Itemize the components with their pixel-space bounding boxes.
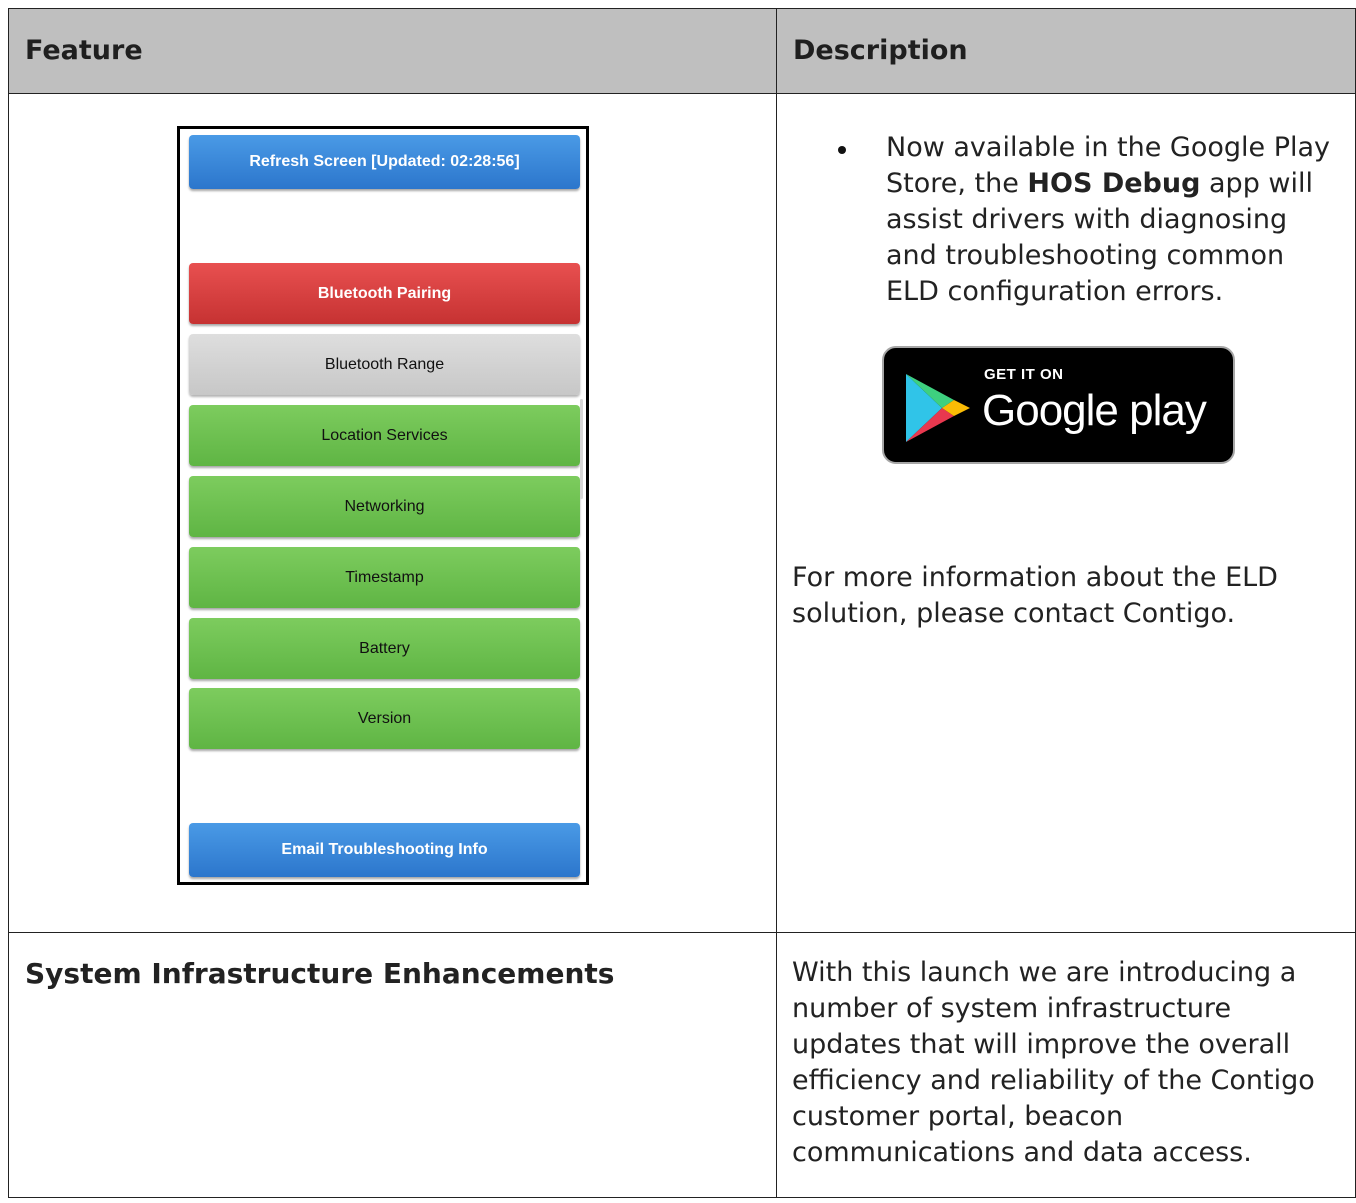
debug-app-screenshot: Refresh Screen [Updated: 02:28:56] Bluet…: [177, 126, 589, 885]
email-troubleshooting-button[interactable]: Email Troubleshooting Info: [189, 823, 580, 877]
networking-button[interactable]: Networking: [189, 476, 580, 537]
google-play-logo-icon: [906, 374, 970, 442]
version-button[interactable]: Version: [189, 688, 580, 749]
header-description: Description: [776, 8, 1356, 94]
scrollbar[interactable]: [580, 399, 583, 499]
bluetooth-range-button[interactable]: Bluetooth Range: [189, 334, 580, 395]
location-services-button[interactable]: Location Services: [189, 405, 580, 466]
badge-brand: Google play: [982, 386, 1207, 435]
bluetooth-pairing-button[interactable]: Bluetooth Pairing: [189, 263, 580, 324]
google-play-badge[interactable]: GET IT ON Google play: [882, 346, 1235, 464]
bullet-text: Now available in the Google Play Store, …: [886, 132, 1331, 307]
feature-description: With this launch we are introducing a nu…: [792, 957, 1315, 1168]
refresh-screen-button[interactable]: Refresh Screen [Updated: 02:28:56]: [189, 135, 580, 189]
badge-get-it-on: GET IT ON: [984, 366, 1064, 383]
header-feature: Feature: [8, 8, 777, 94]
timestamp-button[interactable]: Timestamp: [189, 547, 580, 608]
feature-title: System Infrastructure Enhancements: [25, 957, 615, 990]
table-header-row: Feature Description: [8, 8, 1356, 94]
bullet-icon: [838, 146, 846, 154]
more-info-text: For more information about the ELD solut…: [792, 562, 1278, 629]
battery-button[interactable]: Battery: [189, 618, 580, 679]
feature-bullet: Now available in the Google Play Store, …: [838, 130, 1343, 310]
app-name: HOS Debug: [1027, 168, 1201, 199]
